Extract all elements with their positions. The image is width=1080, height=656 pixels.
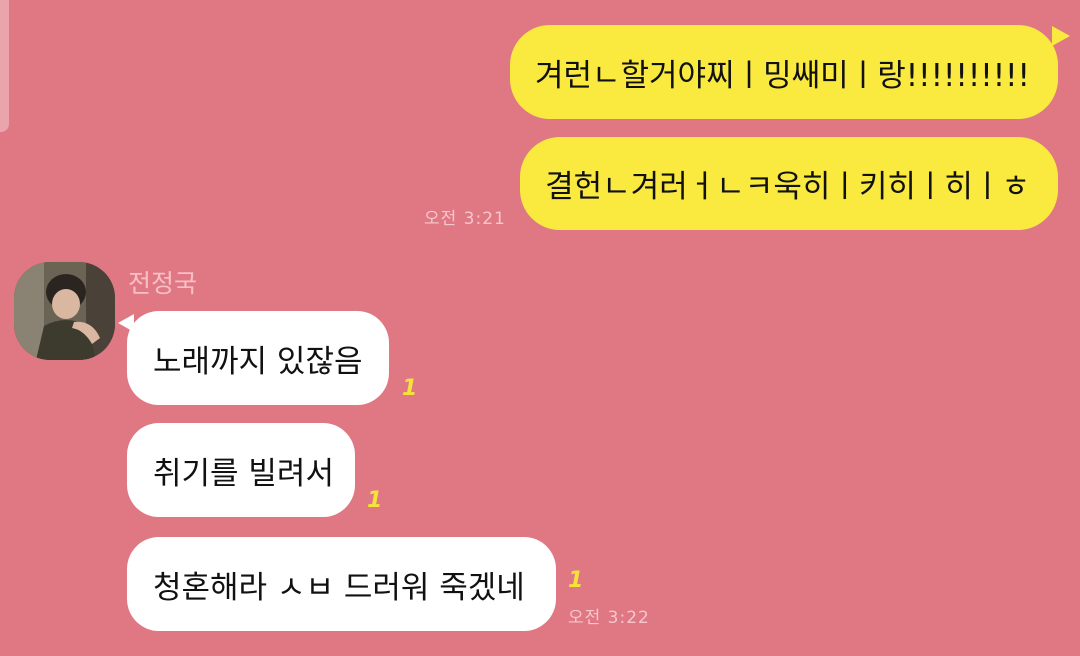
my-message-bubble[interactable]: 겨런ㄴ할거야찌ㅣ밍쌔미ㅣ랑!!!!!!!!!! bbox=[510, 25, 1058, 119]
my-message-bubble[interactable]: 결헌ㄴ겨러ㅓㄴㅋ욱히ㅣ키히ㅣ히ㅣㅎ bbox=[520, 137, 1058, 230]
unread-count: 1 bbox=[568, 568, 584, 593]
their-message-text: 취기를 빌려서 bbox=[153, 455, 334, 492]
their-message-bubble[interactable]: 청혼해라 ㅅㅂ 드러워 죽겠네 bbox=[127, 537, 556, 631]
my-message-text: 결헌ㄴ겨러ㅓㄴㅋ욱히ㅣ키히ㅣ히ㅣㅎ bbox=[545, 169, 1030, 205]
sender-avatar[interactable] bbox=[14, 262, 115, 360]
unread-count: 1 bbox=[402, 376, 418, 401]
their-message-time: 오전 3:22 bbox=[568, 608, 650, 628]
sender-name: 전정국 bbox=[128, 269, 198, 298]
their-message-text: 청혼해라 ㅅㅂ 드러워 죽겠네 bbox=[153, 569, 525, 606]
their-message-bubble[interactable]: 노래까지 있잖음 bbox=[127, 311, 389, 405]
my-message-text: 겨런ㄴ할거야찌ㅣ밍쌔미ㅣ랑!!!!!!!!!! bbox=[534, 57, 1030, 94]
my-message-time: 오전 3:21 bbox=[424, 209, 506, 229]
left-edge-tab bbox=[0, 0, 9, 132]
their-message-text: 노래까지 있잖음 bbox=[153, 343, 363, 380]
their-message-bubble[interactable]: 취기를 빌려서 bbox=[127, 423, 355, 517]
unread-count: 1 bbox=[367, 488, 383, 513]
my-bubble-tail bbox=[1052, 26, 1070, 46]
